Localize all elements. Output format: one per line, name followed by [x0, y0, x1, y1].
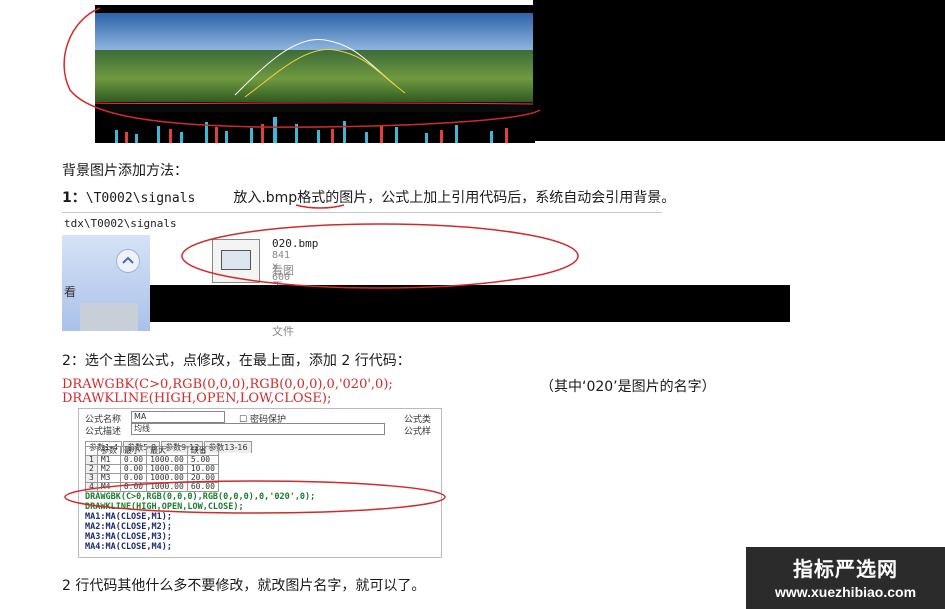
left-pane-label: 看 [64, 285, 77, 299]
watermark-title: 指标严选网 [793, 557, 898, 581]
formula-style-label: 公式样 [404, 427, 432, 437]
formula-editor-screenshot: 公式名称 MA ☐ 密码保护 公式描述 均线 公式类 公式样 参数1-4 参数5-… [78, 408, 442, 558]
editor-code-line: MA1:MA(CLOSE,M1); [85, 512, 172, 522]
step2-code-line1: DRAWGBK(C>0,RGB(0,0,0),RGB(0,0,0),0,'020… [62, 377, 393, 392]
footer-text: 2 行代码其他什么多不要修改，就改图片名字，就可以了。 [62, 578, 426, 594]
site-watermark: 指标严选网 www.xuezhibiao.com [746, 547, 945, 609]
editor-code-line: DRAWGBK(C>0,RGB(0,0,0),RGB(0,0,0),0,'020… [85, 492, 316, 502]
address-bar: tdx\T0002\signals [62, 213, 664, 235]
thumbnail-placeholder [80, 303, 138, 331]
watermark-url: www.xuezhibiao.com [774, 584, 917, 600]
step2-code-line2: DRAWKLINE(HIGH,OPEN,LOW,CLOSE); [62, 391, 332, 406]
param-table: 参数 最小 最大 缺省 1 M1 0.00 1000.00 5.00 2 M2 0.00 10… [85, 446, 219, 492]
redaction-block [533, 0, 945, 141]
editor-code-line: MA2:MA(CLOSE,M2); [85, 522, 172, 532]
file-name: 020.bmp [272, 237, 319, 250]
editor-code-line: DRAWKLINE(HIGH,OPEN,LOW,CLOSE); [85, 502, 244, 512]
chevron-up-icon [122, 256, 134, 264]
price-ma-lines [95, 38, 535, 105]
formula-name-field: MA [131, 411, 225, 423]
step1-instruction: 放入.bmp格式的图片，公式上加上引用代码后，系统自动会引用背景。 [233, 190, 676, 206]
explorer-left-pane: 看 [62, 235, 150, 331]
table-row: 4 M4 0.00 1000.00 60.00 [85, 482, 219, 492]
bmp-file-icon [212, 239, 260, 283]
stock-chart-screenshot [95, 5, 535, 143]
step1-path: \T0002\signals [85, 191, 196, 206]
editor-code-line: MA4:MA(CLOSE,M4); [85, 542, 172, 552]
section-heading: 背景图片添加方法： [62, 163, 188, 179]
formula-desc-field: 均线 [131, 423, 385, 435]
step1-number: 1： [62, 190, 86, 206]
step1-line: 1：\T0002\signals 放入.bmp格式的图片，公式上加上引用代码后，系… [62, 187, 675, 207]
step2-note: （其中‘020’是图片的名字） [540, 379, 716, 395]
step2-text: 2：选个主图公式，点修改，在最上面，添加 2 行代码： [62, 353, 411, 369]
editor-code-line: MA3:MA(CLOSE,M3); [85, 532, 172, 542]
collapse-button [116, 249, 140, 273]
redaction-block [150, 285, 790, 322]
